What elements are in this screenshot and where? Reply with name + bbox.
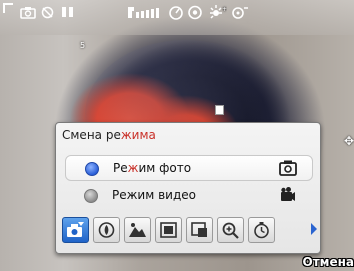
tuning-icon	[232, 7, 248, 19]
video-camera-icon	[281, 187, 295, 201]
zoom-icon	[222, 222, 239, 239]
focus-indicator	[215, 105, 224, 115]
white-balance-icon	[98, 222, 115, 238]
self-timer-button[interactable]	[248, 217, 275, 243]
option-label-part: Ре	[113, 161, 128, 175]
frame-button[interactable]	[155, 217, 182, 243]
option-label: Режим фото	[113, 161, 191, 175]
svg-text:+: +	[222, 6, 227, 13]
scroll-right-icon[interactable]: ✥	[344, 134, 354, 148]
camera-icon	[279, 160, 297, 176]
toolbar-next-arrow-icon[interactable]	[311, 223, 317, 235]
scene-icon	[129, 223, 146, 237]
scene-button[interactable]	[124, 217, 151, 243]
capture-corner-icon	[3, 3, 13, 13]
battery-icon	[62, 7, 73, 17]
camera-mode-button[interactable]	[62, 217, 89, 243]
panel-title-highlight: жима	[120, 128, 156, 142]
mode-switch-panel: Смена режима Режим фото Режим видео	[55, 122, 321, 254]
storage-icon	[128, 7, 159, 18]
option-label-highlight: ж	[127, 161, 139, 175]
flash-off-icon	[41, 6, 54, 19]
resolution-button[interactable]	[186, 217, 213, 243]
status-indicator-dot: 5	[80, 41, 86, 50]
option-label-part: им фото	[138, 161, 192, 175]
panel-title: Смена режима	[62, 128, 156, 142]
frame-icon	[160, 222, 177, 238]
radio-selected-icon	[85, 162, 99, 176]
option-photo-mode[interactable]: Режим фото	[65, 155, 313, 181]
panel-title-prefix: Смена ре	[62, 128, 121, 142]
camera-mode-icon	[67, 222, 84, 237]
self-timer-icon	[254, 222, 269, 239]
camera-status-bar: +	[0, 0, 354, 36]
resolution-icon	[191, 222, 207, 237]
radio-unselected-icon	[84, 189, 98, 203]
brightness-icon: +	[210, 5, 227, 19]
cancel-softkey[interactable]: Отмена	[303, 255, 354, 269]
timer-icon	[169, 6, 183, 20]
white-balance-button[interactable]	[93, 217, 120, 243]
camera-icon	[20, 7, 36, 19]
option-video-mode[interactable]: Режим видео	[65, 183, 311, 207]
settings-toolbar	[62, 217, 317, 245]
option-label: Режим видео	[112, 188, 196, 202]
effect-icon	[188, 5, 202, 20]
zoom-button[interactable]	[217, 217, 244, 243]
